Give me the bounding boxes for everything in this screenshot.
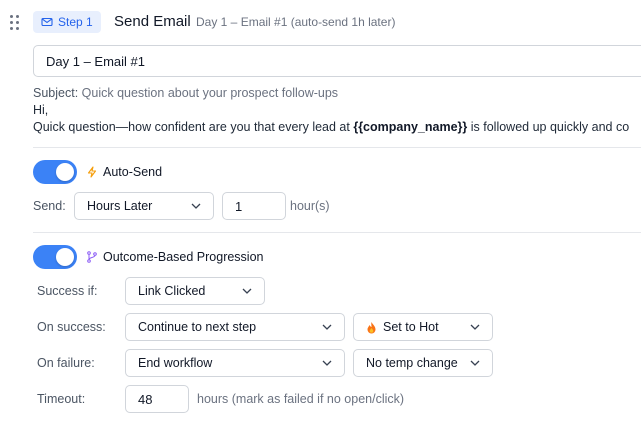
delay-input[interactable] <box>222 192 286 220</box>
chevron-down-icon <box>470 360 480 366</box>
on-failure-temp-select[interactable]: No temp change <box>353 349 493 377</box>
temp-hot-text: Set to Hot <box>383 320 439 334</box>
timeout-input[interactable] <box>125 385 189 413</box>
company-name-variable: {{company_name}} <box>353 120 468 134</box>
success-if-label: Success if: <box>37 284 98 298</box>
chevron-down-icon <box>470 324 480 330</box>
on-success-label: On success: <box>37 320 106 334</box>
step-badge-label: Step 1 <box>58 15 93 29</box>
divider <box>33 232 641 233</box>
auto-send-text: Auto-Send <box>103 165 163 179</box>
on-failure-label: On failure: <box>37 356 95 370</box>
on-success-value: Continue to next step <box>138 320 257 334</box>
chevron-down-icon <box>322 324 332 330</box>
on-success-select[interactable]: Continue to next step <box>125 313 345 341</box>
email-body-line-1: Hi, <box>33 103 49 117</box>
delay-unit: hour(s) <box>290 199 330 213</box>
on-failure-select[interactable]: End workflow <box>125 349 345 377</box>
success-if-select[interactable]: Link Clicked <box>125 277 265 305</box>
subject-label: Subject: <box>33 86 79 100</box>
step-subtitle: Day 1 – Email #1 (auto-send 1h later) <box>196 15 396 29</box>
chevron-down-icon <box>322 360 332 366</box>
fire-icon <box>367 321 376 333</box>
on-success-temp-value: Set to Hot <box>366 320 439 334</box>
drag-handle-icon[interactable] <box>10 15 22 31</box>
email-name-input[interactable] <box>33 45 641 77</box>
progression-text: Outcome-Based Progression <box>103 250 264 264</box>
progression-toggle[interactable] <box>33 245 77 269</box>
auto-send-toggle[interactable] <box>33 160 77 184</box>
auto-send-label: Auto-Send <box>86 165 162 179</box>
email-body-line-2: Quick question—how confident are you tha… <box>33 120 629 134</box>
divider <box>33 147 641 148</box>
send-mode-value: Hours Later <box>87 199 153 213</box>
on-success-temp-select[interactable]: Set to Hot <box>353 313 493 341</box>
subject-value: Quick question about your prospect follo… <box>81 86 339 100</box>
branch-icon <box>87 251 97 263</box>
timeout-unit: hours (mark as failed if no open/click) <box>197 392 405 406</box>
step-title: Send Email <box>114 13 191 30</box>
body-text-suffix: is followed up quickly and co <box>467 120 630 134</box>
chevron-down-icon <box>242 288 252 294</box>
lightning-icon <box>87 166 97 178</box>
email-subject: Subject: Quick question about your prosp… <box>33 86 338 100</box>
step-badge: Step 1 <box>33 11 101 33</box>
body-text-prefix: Quick question—how confident are you tha… <box>33 120 354 134</box>
on-failure-temp-value: No temp change <box>366 356 458 370</box>
progression-label: Outcome-Based Progression <box>86 250 264 264</box>
send-label: Send: <box>33 199 66 213</box>
send-mode-select[interactable]: Hours Later <box>74 192 214 220</box>
envelope-icon <box>41 17 53 27</box>
chevron-down-icon <box>191 203 201 209</box>
timeout-label: Timeout: <box>37 392 86 406</box>
on-failure-value: End workflow <box>138 356 213 370</box>
success-if-value: Link Clicked <box>138 284 206 298</box>
